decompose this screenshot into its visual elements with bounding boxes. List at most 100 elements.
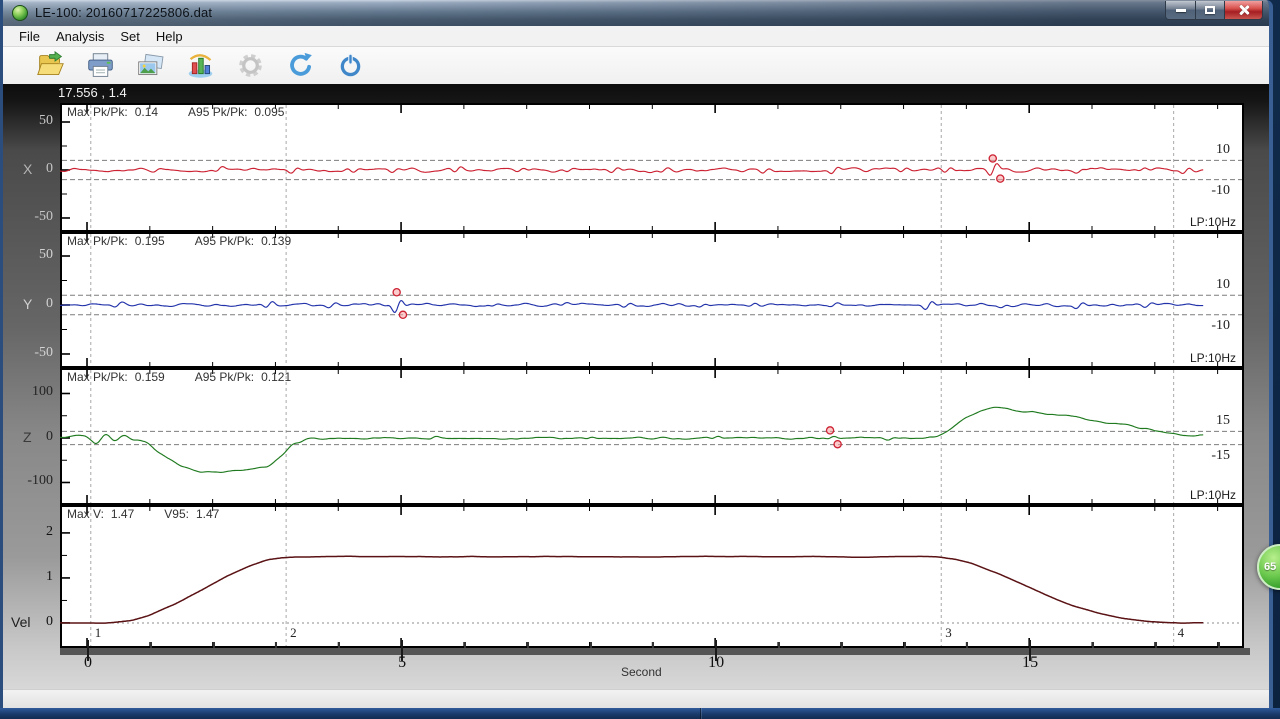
stat-label: A95 Pk/Pk: [188, 105, 247, 119]
x-axis-bar [60, 648, 1250, 655]
y-tick-label: 2 [46, 525, 53, 539]
menu-item-help[interactable]: Help [148, 28, 191, 45]
title-bar[interactable]: LE-100: 20160717225806.dat [3, 0, 1269, 26]
power-icon [336, 51, 365, 80]
stat-value: 0.121 [261, 370, 291, 384]
open-button[interactable] [30, 49, 70, 82]
exit-button[interactable] [330, 49, 370, 82]
toolbar [3, 47, 1269, 85]
y-axis-gutter-x: 500-50X [3, 103, 60, 232]
x-minor-tick [275, 642, 277, 648]
report-button[interactable] [180, 49, 220, 82]
close-icon [1238, 4, 1250, 16]
stat-value: 0.14 [135, 105, 158, 119]
chart-icon [186, 51, 215, 80]
refresh-icon [286, 51, 315, 80]
floor-marker-label: 4 [1178, 625, 1185, 641]
floor-marker-label: 1 [95, 625, 102, 641]
menu-item-analysis[interactable]: Analysis [48, 28, 112, 45]
x-minor-tick [590, 642, 592, 648]
plot-panel-y[interactable]: Max Pk/Pk:0.195A95 Pk/Pk:0.13910-10LP:10… [60, 232, 1244, 368]
y-tick-label: 50 [39, 248, 53, 262]
y-tick-label: 0 [46, 162, 53, 176]
threshold-label: -10 [1211, 183, 1230, 199]
stat-label: Max Pk/Pk: [67, 370, 128, 384]
floor-marker-label: 3 [945, 625, 952, 641]
gear-icon [236, 51, 265, 80]
channel-label-z: Z [23, 429, 32, 445]
stat-label: A95 Pk/Pk: [195, 370, 254, 384]
status-strip [3, 689, 1269, 708]
stats-annotation: Max Pk/Pk: 0.159 A95 Pk/Pk: 0.121 [67, 370, 321, 384]
plot-panel-x[interactable]: Max Pk/Pk:0.14A95 Pk/Pk:0.09510-10LP:10H… [60, 103, 1244, 232]
picture-icon [136, 51, 165, 80]
refresh-button[interactable] [280, 49, 320, 82]
stat-value: 0.139 [261, 234, 291, 248]
y-tick-label: 1 [46, 570, 53, 584]
menu-bar: FileAnalysisSetHelp [3, 26, 1269, 47]
stat-value: 0.095 [254, 105, 284, 119]
x-minor-tick [213, 642, 215, 648]
x-minor-tick [652, 642, 654, 648]
x-minor-tick [966, 642, 968, 648]
filter-label: LP:10Hz [1190, 488, 1236, 502]
close-button[interactable] [1224, 1, 1263, 20]
minimize-icon [1176, 9, 1186, 12]
minimize-button[interactable] [1165, 1, 1196, 20]
threshold-label: 10 [1216, 277, 1230, 293]
printer-icon [86, 51, 115, 80]
y-tick-label: -50 [34, 210, 53, 224]
stats-annotation: Max V: 1.47 V95: 1.47 [67, 507, 249, 521]
maximize-icon [1205, 6, 1215, 14]
plot-panel-z[interactable]: Max Pk/Pk: 0.159 A95 Pk/Pk: 0.121 15 -15 LP:10… [60, 368, 1244, 505]
print-button[interactable] [80, 49, 120, 82]
x-minor-tick [527, 642, 529, 648]
window-controls [1165, 1, 1263, 20]
maximize-button[interactable] [1196, 1, 1224, 20]
stat-label: Max Pk/Pk: [67, 105, 128, 119]
channel-label-y: Y [23, 296, 32, 312]
plot-client-area: 17.556 , 1.4 500-50XMax Pk/Pk:0.14A95 Pk… [3, 84, 1269, 690]
y-axis-gutter-z: 1000-100Z [3, 368, 60, 505]
x-tick-label: 5 [398, 654, 406, 672]
threshold-label: -10 [1211, 318, 1230, 334]
stats-annotation: Max Pk/Pk: 0.14 A95 Pk/Pk: 0.095 [67, 105, 314, 119]
x-minor-tick [778, 642, 780, 648]
threshold-label: -15 [1211, 448, 1230, 464]
plot-panel-vel[interactable]: Max V: 1.47 V95: 1.47 1 2 3 4 [60, 505, 1244, 648]
floor-marker-label: 2 [290, 625, 297, 641]
stat-label: A95 Pk/Pk: [195, 234, 254, 248]
x-tick-label: 10 [708, 654, 724, 672]
x-minor-tick [841, 642, 843, 648]
overlay-badge-text: 65 [1264, 561, 1276, 573]
cursor-readout: 17.556 , 1.4 [58, 85, 127, 100]
channel-label-vel: Vel [11, 614, 30, 630]
export-image-button[interactable] [130, 49, 170, 82]
stat-label: Max V: [67, 507, 104, 521]
x-tick-label: 15 [1022, 654, 1038, 672]
stat-value: 1.47 [196, 507, 219, 521]
x-minor-tick [1218, 642, 1220, 648]
channel-label-x: X [23, 161, 32, 177]
x-axis-title: Second [621, 665, 662, 679]
app-window: LE-100: 20160717225806.dat FileAnalysisS… [0, 0, 1273, 708]
y-axis-gutter-vel: 2 1 0 Vel [3, 505, 60, 648]
y-tick-label: 100 [32, 385, 53, 399]
x-minor-tick [1155, 642, 1157, 648]
stat-value: 0.159 [135, 370, 165, 384]
threshold-label: 15 [1216, 413, 1230, 429]
settings-button[interactable] [230, 49, 270, 82]
menu-item-file[interactable]: File [11, 28, 48, 45]
stat-value: 1.47 [111, 507, 134, 521]
open-folder-icon [36, 51, 65, 80]
menu-item-set[interactable]: Set [112, 28, 148, 45]
stat-label: Max Pk/Pk: [67, 234, 128, 248]
app-icon [12, 5, 28, 21]
y-tick-label: 0 [46, 615, 53, 629]
filter-label: LP:10Hz [1190, 215, 1236, 229]
stat-label: V95: [164, 507, 189, 521]
stats-annotation: Max Pk/Pk: 0.195 A95 Pk/Pk: 0.139 [67, 234, 321, 248]
window-title: LE-100: 20160717225806.dat [35, 5, 212, 20]
taskbar[interactable] [0, 708, 1280, 719]
stat-value: 0.195 [135, 234, 165, 248]
